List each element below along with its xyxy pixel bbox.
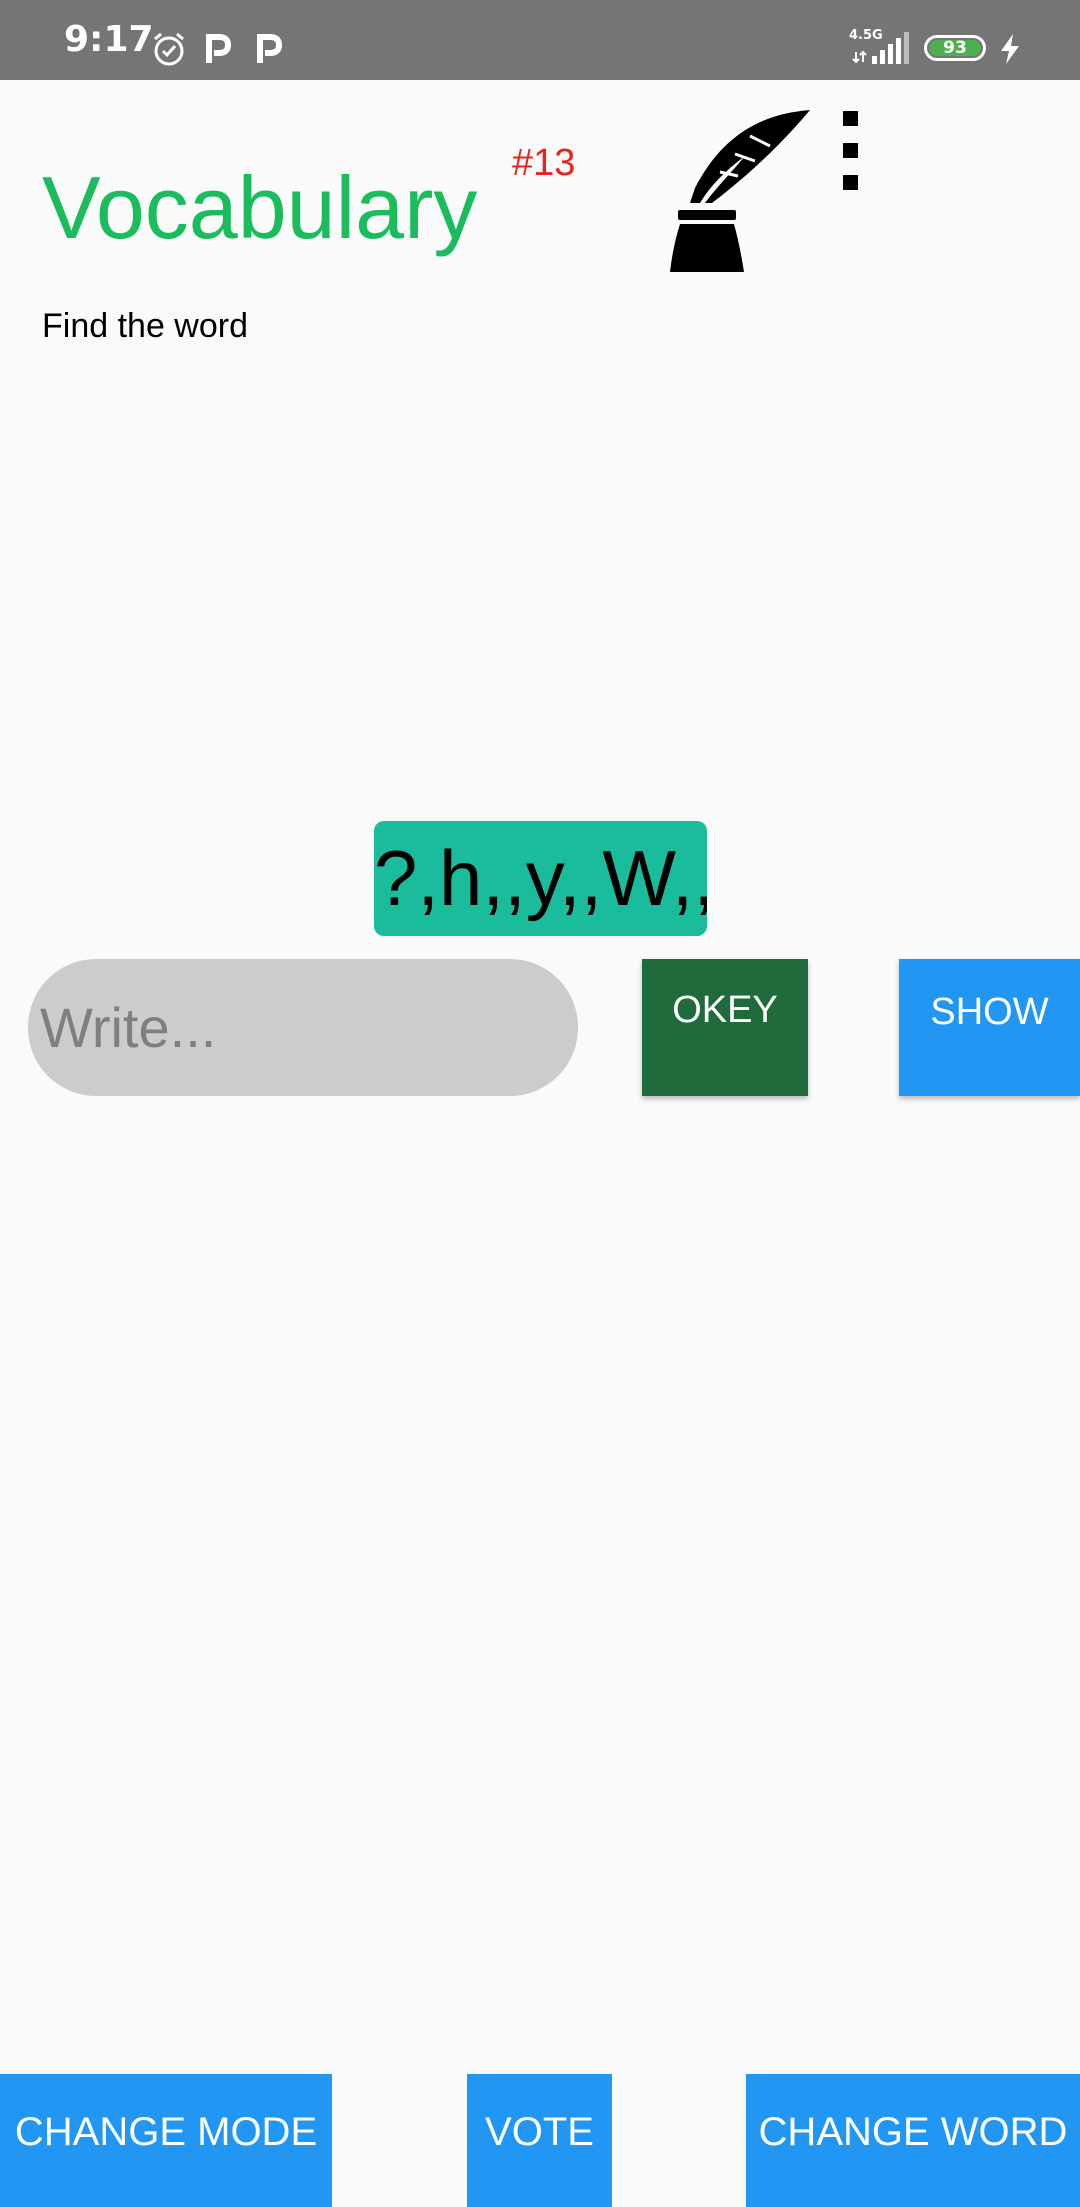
battery-icon: 93 bbox=[924, 35, 986, 61]
p-icon bbox=[257, 34, 283, 63]
change-word-button[interactable]: CHANGE WORD bbox=[746, 2074, 1080, 2207]
signal-icon bbox=[852, 32, 909, 64]
status-bar: 9:17 4.5G 93 bbox=[0, 0, 1080, 80]
quill-and-inkwell-icon bbox=[670, 110, 810, 272]
p-icon bbox=[206, 34, 232, 63]
battery-level: 93 bbox=[943, 38, 967, 58]
app-title: Vocabulary bbox=[42, 158, 478, 257]
vote-button[interactable]: VOTE bbox=[467, 2074, 612, 2207]
word-hint: ?,h,,y,,W,,, bbox=[374, 821, 707, 936]
overflow-menu-icon[interactable] bbox=[830, 106, 870, 196]
show-button[interactable]: SHOW bbox=[899, 959, 1080, 1096]
charging-bolt-icon bbox=[1001, 34, 1019, 64]
alarm-icon bbox=[154, 32, 184, 66]
status-time: 9:17 bbox=[64, 19, 154, 60]
instruction-text: Find the word bbox=[42, 307, 248, 345]
answer-input[interactable] bbox=[28, 959, 578, 1096]
change-mode-button[interactable]: CHANGE MODE bbox=[0, 2074, 332, 2207]
okey-button[interactable]: OKEY bbox=[642, 959, 808, 1096]
puzzle-number: #13 bbox=[512, 142, 576, 184]
